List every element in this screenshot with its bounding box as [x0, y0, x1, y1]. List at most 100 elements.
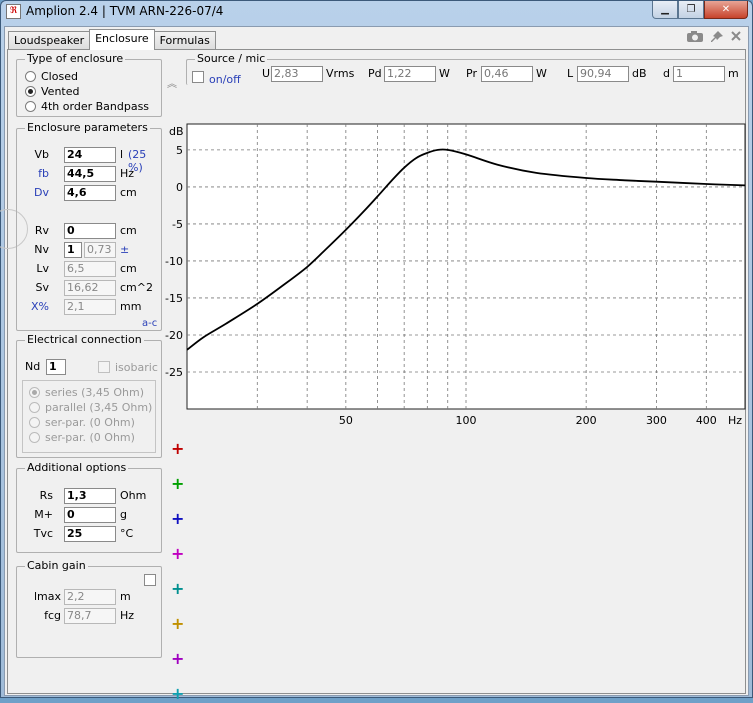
group-title: Source / mic: [195, 52, 268, 65]
rs-label: Rs: [39, 489, 53, 502]
pd-input[interactable]: 1,22: [384, 66, 436, 82]
vb-unit: l: [120, 148, 124, 161]
rv-input[interactable]: 0: [64, 223, 116, 239]
tvc-input[interactable]: 25: [64, 526, 116, 542]
sv-value: 16,62: [64, 280, 116, 296]
fb-label: fb: [38, 167, 49, 180]
group-title: Additional options: [25, 461, 129, 474]
y-tick-label: -10: [165, 255, 183, 268]
onoff-checkbox[interactable]: [192, 71, 204, 83]
radio-label: Closed: [41, 69, 78, 83]
add-curve-button-5[interactable]: +: [171, 581, 184, 597]
add-curve-button-1[interactable]: +: [171, 441, 184, 457]
radio-vented[interactable]: Vented: [25, 84, 79, 98]
main-window: ℜ Amplion 2.4 | TVM ARN-226-07/4 ▁ ❐ ✕ L…: [0, 0, 753, 702]
fb-unit: Hz: [120, 167, 135, 180]
minimize-button[interactable]: ▁: [652, 1, 678, 19]
tvc-unit: °C: [120, 527, 134, 540]
close-icon[interactable]: [730, 30, 742, 48]
maximize-button[interactable]: ❐: [678, 1, 704, 19]
radio-button[interactable]: [29, 416, 40, 428]
radio-bandpass[interactable]: 4th order Bandpass: [25, 99, 149, 113]
l-unit: dB: [632, 67, 647, 80]
dv-input[interactable]: 4,6: [64, 185, 116, 201]
fb-input[interactable]: 44,5: [64, 166, 116, 182]
x-tick-label: 300: [646, 414, 667, 427]
pin-icon[interactable]: [710, 30, 724, 48]
mplus-label: M+: [34, 508, 53, 521]
y-tick-label: 5: [176, 144, 183, 157]
enclosure-panel: Type of enclosure Closed Vented 4th orde…: [0, 49, 746, 702]
tab-loudspeaker[interactable]: Loudspeaker: [8, 31, 91, 50]
pr-unit: W: [536, 67, 547, 80]
isobaric-checkbox[interactable]: [98, 361, 110, 373]
add-curve-button-4[interactable]: +: [171, 546, 184, 562]
collapse-arrows-icon[interactable]: ︽: [167, 80, 177, 90]
dv-label: Dv: [34, 186, 49, 199]
close-window-button[interactable]: ✕: [704, 1, 748, 19]
radio-label: ser-par. (0 Ohm): [45, 430, 135, 444]
frequency-response-chart[interactable]: 50-5-10-15-20-25dB50 100 200 300 400 Hz: [148, 90, 746, 430]
xpct-label: X%: [31, 300, 49, 313]
y-tick-label: 0: [176, 181, 183, 194]
title-bar[interactable]: ℜ Amplion 2.4 | TVM ARN-226-07/4 ▁ ❐ ✕: [1, 1, 752, 23]
add-curve-button-8[interactable]: +: [171, 686, 184, 702]
pr-input[interactable]: 0,46: [481, 66, 533, 82]
add-curve-button-6[interactable]: +: [171, 616, 184, 632]
radio-label: parallel (3,45 Ohm): [45, 400, 153, 414]
cabin-gain-group: Cabin gain lmax 2,2 m fcg 78,7 Hz: [16, 559, 162, 658]
radio-serpar-2[interactable]: ser-par. (0 Ohm): [29, 430, 135, 444]
u-input[interactable]: 2,83: [271, 66, 323, 82]
sv-label: Sv: [35, 281, 50, 294]
radio-closed[interactable]: Closed: [25, 69, 78, 83]
enclosure-type-group: Type of enclosure Closed Vented 4th orde…: [16, 52, 162, 117]
vb-input[interactable]: 24: [64, 147, 116, 163]
lv-value: 6,5: [64, 261, 116, 277]
group-title: Type of enclosure: [25, 52, 126, 65]
y-tick-label: -20: [165, 329, 183, 342]
rs-unit: Ohm: [120, 489, 147, 502]
lv-unit: cm: [120, 262, 137, 275]
group-title: Electrical connection: [25, 333, 144, 346]
d-input[interactable]: 1: [673, 66, 725, 82]
xpct-unit: mm: [120, 300, 142, 313]
radio-label: ser-par. (0 Ohm): [45, 415, 135, 429]
nd-input[interactable]: 1: [46, 359, 66, 375]
radio-button[interactable]: [29, 431, 40, 443]
y-tick-label: -25: [165, 366, 183, 379]
cabin-gain-checkbox[interactable]: [144, 574, 156, 586]
mplus-input[interactable]: 0: [64, 507, 116, 523]
rv-label: Rv: [34, 224, 49, 237]
rs-input[interactable]: 1,3: [64, 488, 116, 504]
tvc-label: Tvc: [33, 527, 53, 540]
add-curve-button-3[interactable]: +: [171, 511, 184, 527]
camera-icon[interactable]: [686, 30, 704, 48]
radio-button[interactable]: [25, 70, 36, 82]
radio-label: series (3,45 Ohm): [45, 385, 144, 399]
x-axis-label: Hz: [728, 414, 742, 427]
nv-toggle[interactable]: ±: [120, 243, 129, 256]
l-input[interactable]: 90,94: [577, 66, 629, 82]
u-unit: Vrms: [326, 67, 355, 80]
add-curve-button-2[interactable]: +: [171, 476, 184, 492]
radio-button[interactable]: [25, 100, 36, 112]
x-tick-label: 50: [339, 414, 353, 427]
radio-series[interactable]: series (3,45 Ohm): [29, 385, 144, 399]
additional-group: Additional options Rs 1,3 Ohm M+ 0 g Tvc…: [16, 461, 162, 553]
lmax-unit: m: [120, 590, 131, 603]
tab-formulas[interactable]: Formulas: [153, 31, 216, 50]
x-tick-label: 200: [576, 414, 597, 427]
nv-input[interactable]: 1: [64, 242, 82, 258]
group-title: Enclosure parameters: [25, 121, 150, 134]
radio-parallel[interactable]: parallel (3,45 Ohm): [29, 400, 152, 414]
tab-enclosure[interactable]: Enclosure: [89, 29, 155, 50]
xpct-value: 2,1: [64, 299, 116, 315]
add-curve-button-7[interactable]: +: [171, 651, 184, 667]
radio-serpar-1[interactable]: ser-par. (0 Ohm): [29, 415, 135, 429]
radio-button[interactable]: [29, 401, 40, 413]
radio-button[interactable]: [29, 386, 40, 398]
radio-button[interactable]: [25, 85, 36, 97]
x-tick-label: 400: [696, 414, 717, 427]
onoff-label: on/off: [209, 73, 241, 86]
app-icon[interactable]: ℜ: [6, 4, 21, 19]
